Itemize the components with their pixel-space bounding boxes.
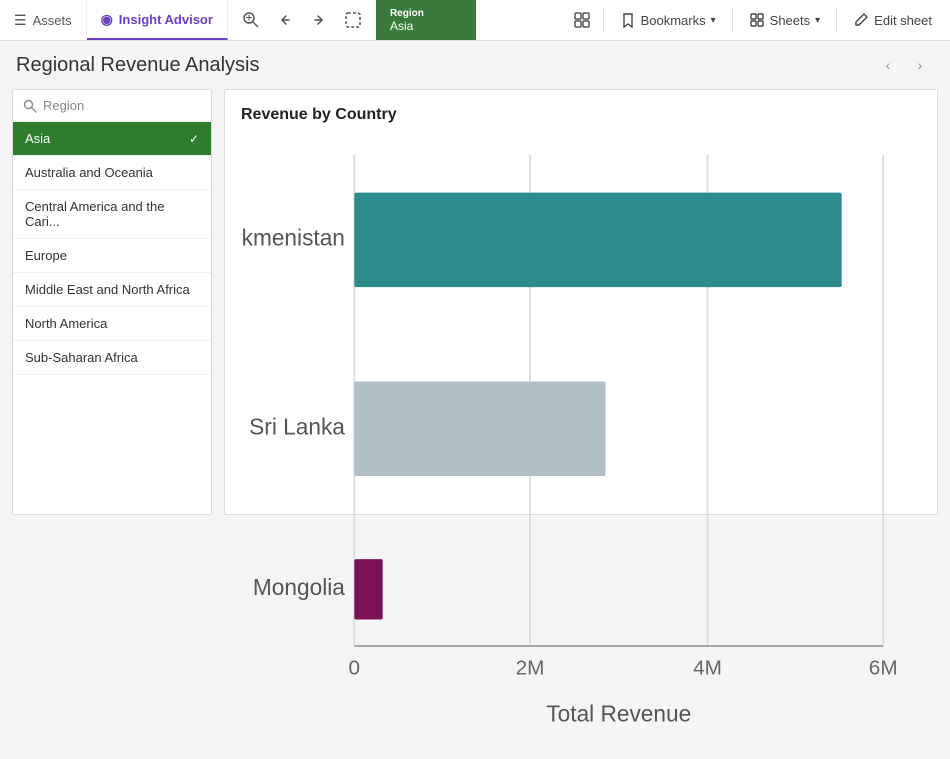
toolbar-icons	[228, 0, 376, 40]
bookmarks-chevron: ▾	[711, 15, 716, 26]
region-filter-badge[interactable]: Region Asia	[376, 0, 476, 40]
chart-panel: Revenue by Country Turkmenistan	[224, 89, 938, 515]
sheets-button[interactable]: Sheets ▾	[739, 8, 831, 32]
nav-right-actions: Bookmarks ▾ Sheets ▾ Edit sheet	[559, 0, 950, 40]
label-sri-lanka: Sri Lanka	[249, 413, 345, 439]
sidebar-search[interactable]: Region	[13, 90, 211, 122]
sheets-chevron: ▾	[815, 15, 820, 26]
sidebar-item-middle-east[interactable]: Middle East and North Africa	[13, 273, 211, 307]
main-content: Region Asia Australia and Oceania Centra…	[0, 89, 950, 527]
bar-mongolia[interactable]	[354, 559, 382, 619]
edit-sheet-label: Edit sheet	[874, 13, 932, 28]
chart-svg-container: Turkmenistan Sri Lanka Mongolia 0 2M 4M …	[241, 136, 921, 759]
search-region-label: Region	[43, 98, 84, 113]
page-navigation-arrows: ‹ ›	[874, 51, 934, 79]
zoom-select-icon[interactable]	[236, 5, 266, 35]
lasso-icon[interactable]	[338, 5, 368, 35]
nav-divider-3	[836, 9, 837, 31]
nav-divider-1	[603, 9, 604, 31]
sidebar-item-australia[interactable]: Australia and Oceania	[13, 156, 211, 190]
x-tick-4m: 4M	[693, 656, 722, 679]
insight-advisor-tab[interactable]: ◉ Insight Advisor	[87, 0, 228, 40]
nav-divider-2	[732, 9, 733, 31]
revenue-bar-chart: Turkmenistan Sri Lanka Mongolia 0 2M 4M …	[241, 136, 921, 759]
label-turkmenistan: Turkmenistan	[241, 225, 345, 251]
bookmarks-label: Bookmarks	[641, 13, 706, 28]
sheets-label: Sheets	[770, 13, 810, 28]
sidebar-item-sub-saharan[interactable]: Sub-Saharan Africa	[13, 341, 211, 375]
region-sidebar: Region Asia Australia and Oceania Centra…	[12, 89, 212, 515]
top-navigation: ☰ Assets ◉ Insight Advisor Region Asia	[0, 0, 950, 41]
search-icon	[23, 99, 37, 113]
sidebar-item-asia[interactable]: Asia	[13, 122, 211, 156]
bookmarks-button[interactable]: Bookmarks ▾	[610, 8, 726, 32]
label-mongolia: Mongolia	[253, 574, 345, 600]
x-tick-0: 0	[349, 656, 361, 679]
forward-icon[interactable]	[304, 5, 334, 35]
page-title: Regional Revenue Analysis	[16, 54, 874, 77]
x-tick-6m: 6M	[869, 656, 898, 679]
x-axis-label: Total Revenue	[546, 701, 691, 727]
bar-turkmenistan[interactable]	[354, 193, 841, 287]
insight-advisor-label: Insight Advisor	[119, 12, 213, 27]
next-page-button[interactable]: ›	[906, 51, 934, 79]
page-header: Regional Revenue Analysis ‹ ›	[0, 41, 950, 89]
grid-view-icon[interactable]	[567, 5, 597, 35]
edit-sheet-button[interactable]: Edit sheet	[843, 8, 942, 32]
sidebar-item-europe[interactable]: Europe	[13, 239, 211, 273]
region-filter-label: Region	[390, 8, 462, 19]
chart-title: Revenue by Country	[241, 106, 921, 124]
assets-label: Assets	[33, 13, 72, 28]
sidebar-item-central-america[interactable]: Central America and the Cari...	[13, 190, 211, 239]
bar-sri-lanka[interactable]	[354, 382, 605, 476]
assets-tab[interactable]: ☰ Assets	[0, 0, 87, 40]
region-filter-value: Asia	[390, 19, 462, 33]
back-icon[interactable]	[270, 5, 300, 35]
x-tick-2m: 2M	[516, 656, 545, 679]
prev-page-button[interactable]: ‹	[874, 51, 902, 79]
insight-icon: ◉	[101, 11, 113, 28]
assets-icon: ☰	[14, 12, 27, 29]
sidebar-item-north-america[interactable]: North America	[13, 307, 211, 341]
